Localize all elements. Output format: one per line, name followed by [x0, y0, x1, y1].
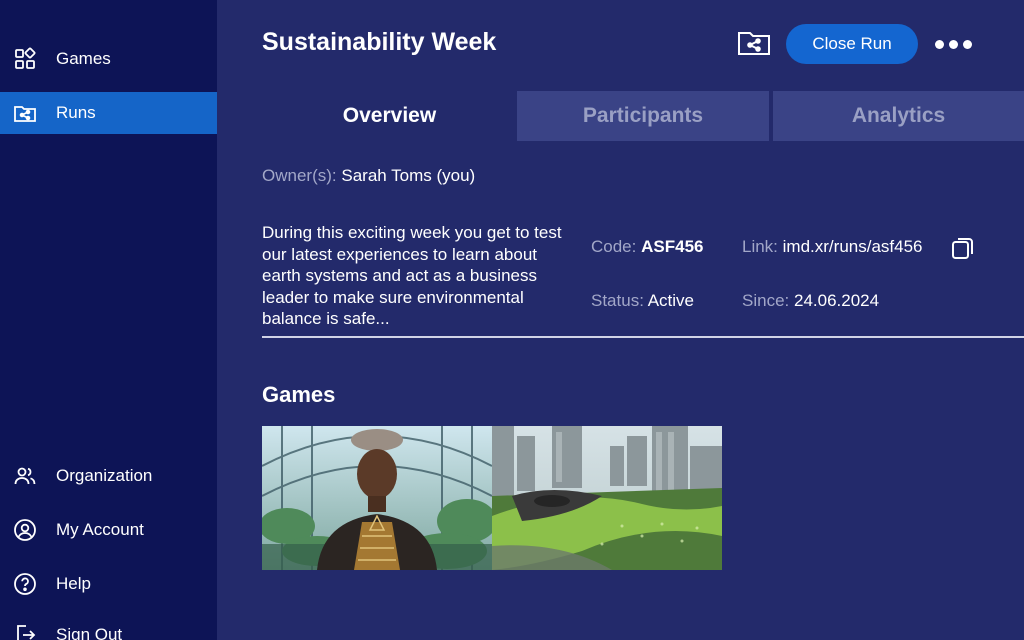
code-field: Code: ASF456: [591, 237, 703, 257]
tab-participants[interactable]: Participants: [517, 91, 769, 141]
tab-bar: Overview Participants Analytics: [262, 91, 1024, 141]
sidebar-item-sign-out[interactable]: Sign Out: [0, 614, 217, 640]
owner-label: Owner(s):: [262, 166, 337, 185]
help-icon: [12, 571, 38, 597]
sidebar: Games Runs Organization My Account Help …: [0, 0, 217, 640]
sidebar-item-label: Runs: [56, 103, 96, 122]
game-thumbnail-character[interactable]: [262, 426, 492, 570]
share-run-button[interactable]: [737, 28, 771, 58]
status-field: Status: Active: [591, 291, 694, 311]
more-dots-icon: [948, 39, 958, 49]
link-value[interactable]: imd.xr/runs/asf456: [783, 237, 923, 256]
sign-out-icon: [12, 622, 38, 640]
sidebar-item-my-account[interactable]: My Account: [0, 509, 217, 551]
tab-overview[interactable]: Overview: [262, 91, 517, 141]
close-run-button[interactable]: Close Run: [786, 24, 918, 64]
sidebar-item-label: Help: [56, 574, 91, 593]
tab-analytics[interactable]: Analytics: [773, 91, 1024, 141]
code-value: ASF456: [641, 237, 704, 256]
sidebar-item-label: Organization: [56, 466, 153, 485]
status-value: Active: [647, 291, 695, 310]
sidebar-item-label: My Account: [56, 520, 144, 539]
section-divider: [262, 336, 1024, 338]
owner-value: Sarah Toms (you): [341, 166, 476, 185]
sidebar-item-runs[interactable]: Runs: [0, 92, 217, 134]
more-dots-icon: [962, 39, 972, 49]
game-character-image: [262, 426, 492, 570]
run-description: During this exciting week you get to tes…: [262, 223, 562, 328]
link-label: Link:: [742, 237, 778, 256]
sidebar-item-label: Games: [56, 49, 111, 68]
game-city-image: [492, 426, 722, 570]
sidebar-item-games[interactable]: Games: [0, 38, 217, 80]
games-grid-icon: [12, 46, 38, 72]
folder-share-icon: [12, 100, 38, 126]
account-icon: [12, 517, 38, 543]
sidebar-item-label: Sign Out: [56, 625, 123, 640]
people-icon: [12, 463, 38, 489]
sidebar-item-organization[interactable]: Organization: [0, 455, 217, 497]
copy-icon: [952, 238, 973, 259]
page-title: Sustainability Week: [262, 28, 497, 56]
main-panel: Sustainability Week Close Run Overview P…: [217, 0, 1024, 640]
folder-share-icon: [738, 32, 770, 55]
more-options-button[interactable]: [931, 30, 975, 58]
since-field: Since: 24.06.2024: [742, 291, 879, 311]
owner-info: Owner(s): Sarah Toms (you): [262, 166, 475, 186]
sidebar-item-help[interactable]: Help: [0, 563, 217, 605]
games-heading: Games: [262, 382, 336, 407]
app-window: Games Runs Organization My Account Help …: [0, 0, 1024, 640]
status-label: Status:: [591, 291, 644, 310]
link-field: Link: imd.xr/runs/asf456: [742, 237, 923, 257]
game-thumbnail-city[interactable]: [492, 426, 722, 570]
code-label: Code:: [591, 237, 637, 256]
more-dots-icon: [934, 39, 944, 49]
since-label: Since:: [742, 291, 790, 310]
copy-link-button[interactable]: [950, 235, 976, 261]
since-value: 24.06.2024: [793, 291, 880, 310]
